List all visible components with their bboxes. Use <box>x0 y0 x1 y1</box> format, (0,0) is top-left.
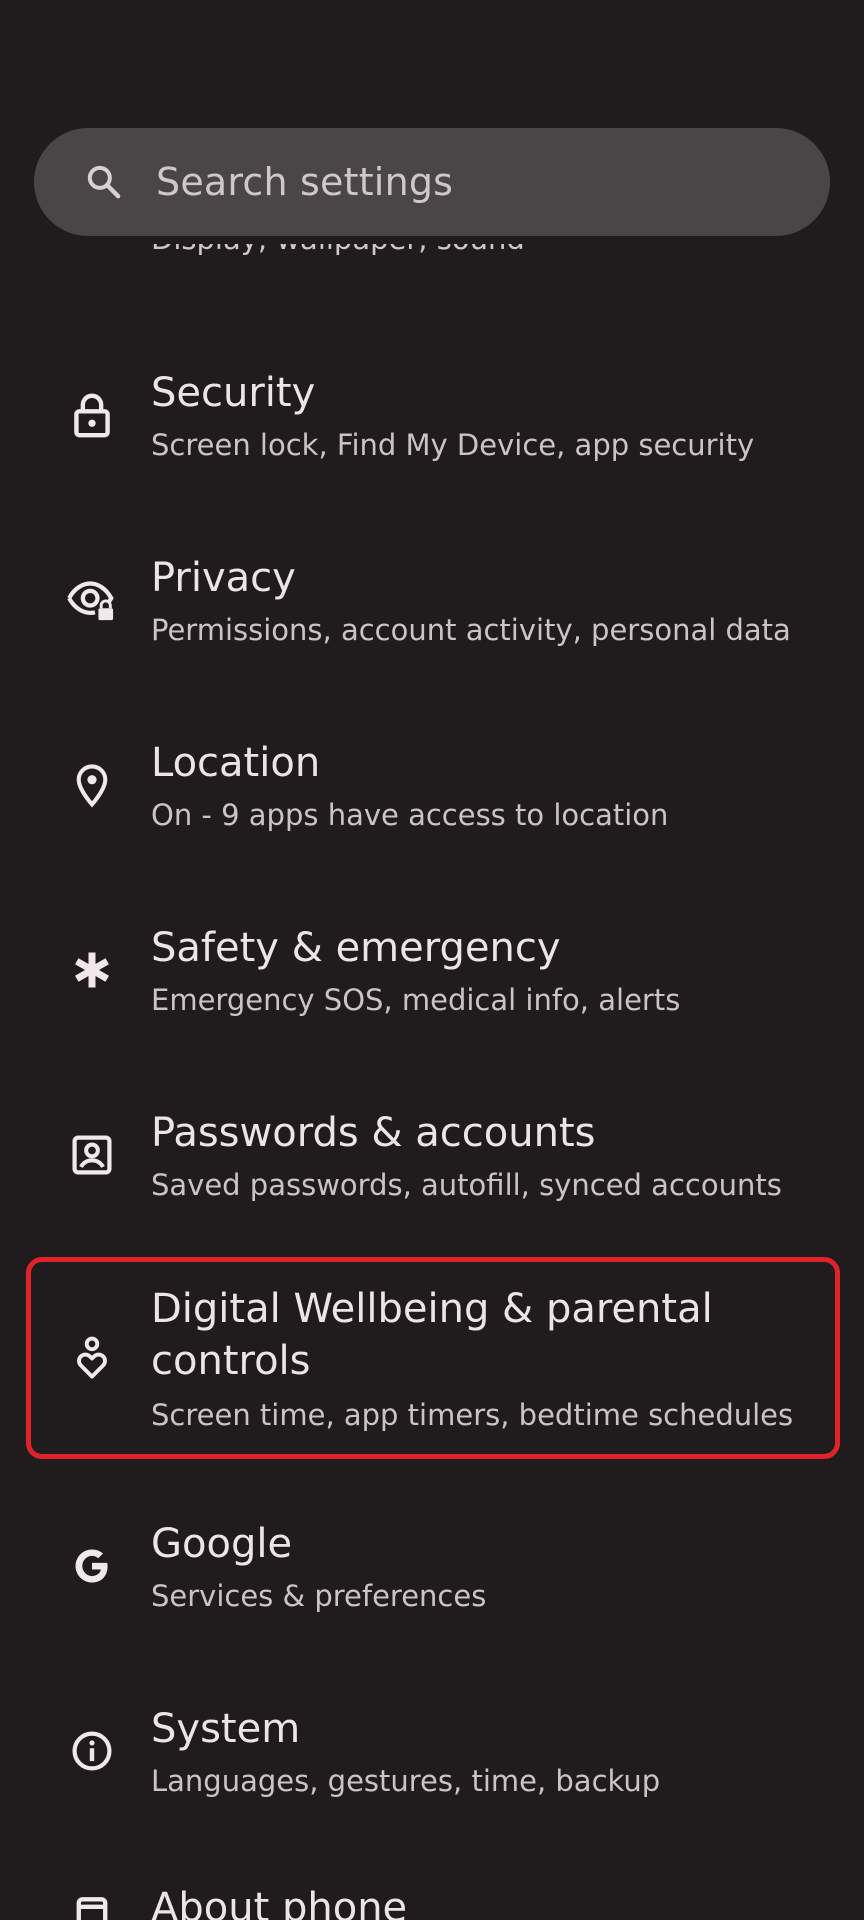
item-title: Passwords & accounts <box>151 1110 596 1156</box>
settings-item-digital-wellbeing[interactable]: Digital Wellbeing & parental controls Sc… <box>0 1262 864 1454</box>
item-subtitle: Permissions, account activity, personal … <box>151 613 791 647</box>
item-title: Location <box>151 740 321 786</box>
wellbeing-icon <box>62 1328 122 1388</box>
search-icon <box>80 158 128 206</box>
item-subtitle: Services & preferences <box>151 1579 487 1613</box>
item-subtitle: Emergency SOS, medical info, alerts <box>151 983 681 1017</box>
lock-icon <box>62 385 122 445</box>
settings-item-location[interactable]: Location On - 9 apps have access to loca… <box>0 710 864 860</box>
account-box-icon <box>62 1125 122 1185</box>
settings-item-about-phone[interactable]: About phone <box>0 1861 864 1920</box>
item-title: Safety & emergency <box>151 925 561 971</box>
search-placeholder: Search settings <box>156 160 454 204</box>
settings-item-system[interactable]: System Languages, gestures, time, backup <box>0 1676 864 1826</box>
phone-icon <box>62 1891 122 1920</box>
item-subtitle: On - 9 apps have access to location <box>151 798 669 832</box>
google-icon <box>62 1536 122 1596</box>
privacy-eye-icon <box>62 570 122 630</box>
partial-item-subtitle: Display, wallpaper, sound <box>151 244 525 256</box>
item-subtitle: Screen time, app timers, bedtime schedul… <box>151 1398 794 1432</box>
item-title-line2: controls <box>151 1338 311 1384</box>
item-subtitle: Screen lock, Find My Device, app securit… <box>151 428 755 462</box>
info-icon <box>62 1721 122 1781</box>
partial-list-item: Display, wallpaper, sound <box>151 244 651 278</box>
item-title: Google <box>151 1521 293 1567</box>
settings-item-privacy[interactable]: Privacy Permissions, account activity, p… <box>0 525 864 675</box>
item-title: System <box>151 1706 301 1752</box>
asterisk-icon <box>62 940 122 1000</box>
search-bar[interactable]: Search settings <box>34 128 830 236</box>
item-title: About phone <box>151 1885 408 1920</box>
settings-item-google[interactable]: Google Services & preferences <box>0 1491 864 1641</box>
settings-item-passwords-accounts[interactable]: Passwords & accounts Saved passwords, au… <box>0 1080 864 1230</box>
item-title: Security <box>151 370 316 416</box>
item-subtitle: Languages, gestures, time, backup <box>151 1764 661 1798</box>
item-subtitle: Saved passwords, autofill, synced accoun… <box>151 1168 782 1202</box>
item-title: Digital Wellbeing & parental <box>151 1286 713 1332</box>
location-pin-icon <box>62 755 122 815</box>
item-title: Privacy <box>151 555 296 601</box>
settings-item-security[interactable]: Security Screen lock, Find My Device, ap… <box>0 340 864 490</box>
settings-item-safety-emergency[interactable]: Safety & emergency Emergency SOS, medica… <box>0 895 864 1045</box>
